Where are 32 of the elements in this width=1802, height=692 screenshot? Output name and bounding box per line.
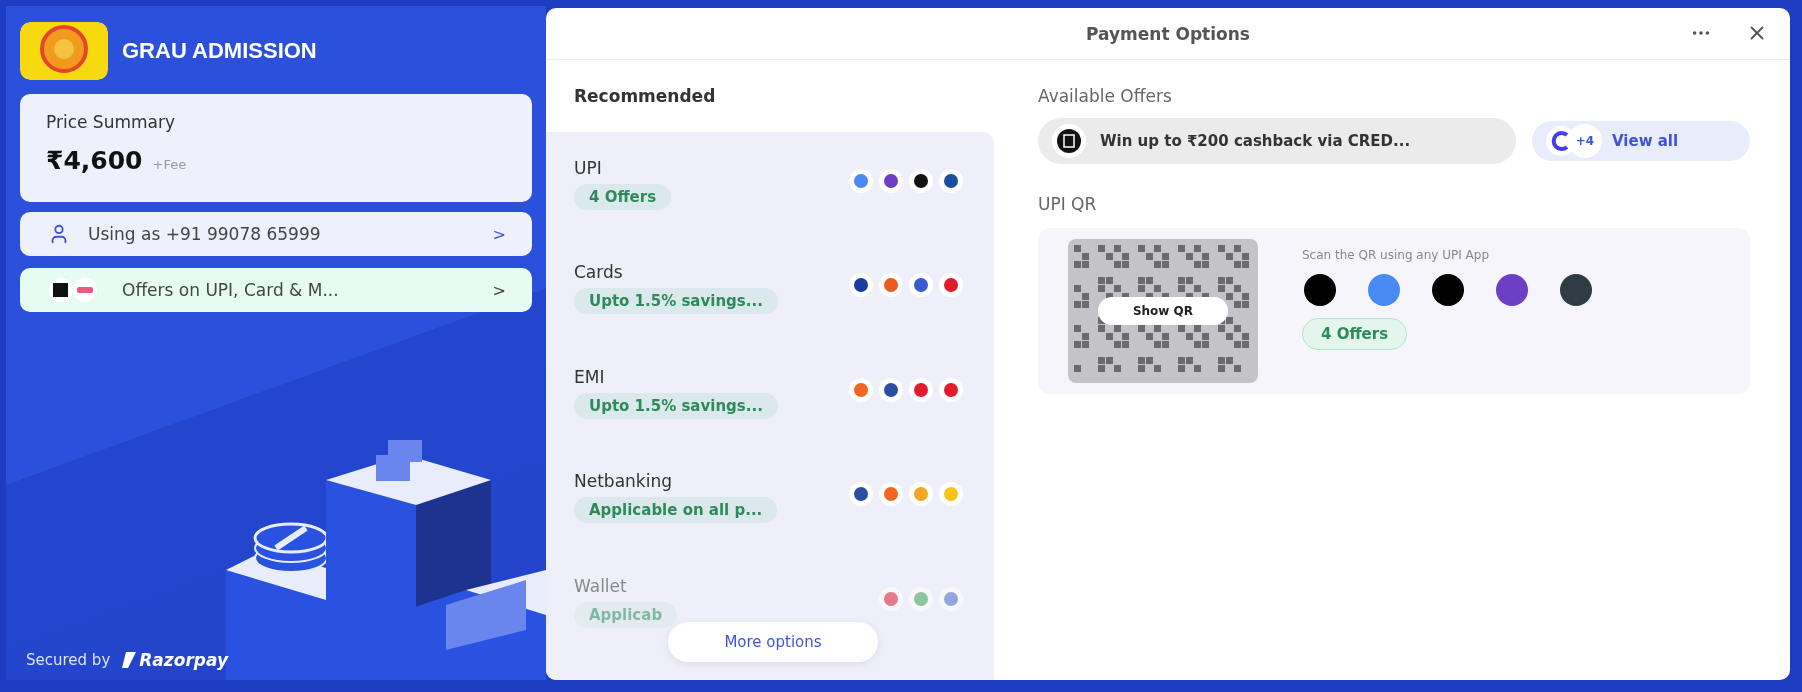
- account-button[interactable]: Using as +91 99078 65999 >: [20, 212, 532, 256]
- provider-logos-icon: [848, 272, 964, 299]
- method-name[interactable]: UPI: [574, 158, 602, 178]
- view-all-offers-button[interactable]: +4 View all: [1532, 121, 1750, 161]
- recommended-heading: Recommended: [573, 85, 717, 108]
- method-offer-tag: Upto 1.5% savings...: [574, 288, 778, 315]
- secured-by-text: Secured by: [26, 651, 111, 669]
- provider-logos-icon: [848, 168, 964, 194]
- cred-logo-icon: [1052, 124, 1086, 158]
- upi-qr-heading: UPI QR: [1038, 194, 1098, 214]
- method-name[interactable]: Cards: [574, 262, 623, 283]
- provider-logos-icon: [848, 376, 964, 403]
- method-name[interactable]: Netbanking: [574, 471, 672, 492]
- modal-title: Payment Options: [1086, 23, 1250, 44]
- razorpay-logo: Razorpay: [122, 650, 228, 670]
- qr-offers-tag: 4 Offers: [1302, 318, 1408, 350]
- method-offer-tag: Applicab: [574, 601, 678, 628]
- price-summary-label: Price Summary: [46, 112, 177, 132]
- method-offer-tag: 4 Offers: [574, 184, 672, 210]
- provider-logos-icon: [848, 481, 964, 508]
- method-offer-tag: Upto 1.5% savings...: [574, 392, 778, 419]
- available-offers-heading: Available Offers: [1038, 86, 1173, 106]
- method-offer-tag: Applicable on all p...: [574, 497, 778, 524]
- method-name[interactable]: EMI: [574, 366, 605, 387]
- brand-title: GRAU ADMISSION: [122, 38, 317, 64]
- scan-hint: Scan the QR using any UPI App: [1302, 248, 1489, 262]
- more-options-button[interactable]: More options: [668, 622, 878, 662]
- price-amount: ₹4,600: [46, 146, 143, 175]
- fee-note: +Fee: [152, 157, 187, 172]
- offers-banner-button[interactable]: Offers on UPI, Card & M... >: [20, 268, 532, 312]
- cashback-offer-chip[interactable]: Win up to ₹200 cashback via CRED...: [1038, 118, 1516, 164]
- show-qr-button[interactable]: Show QR: [1098, 297, 1228, 325]
